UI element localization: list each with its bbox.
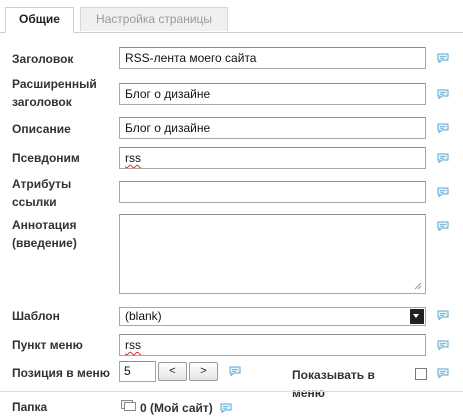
chevron-down-icon[interactable] [410, 309, 424, 324]
menu-item-value: rss [125, 338, 141, 352]
resource-edit-form: Общие Настройка страницы Заголовок RSS-л… [0, 0, 463, 417]
description-input[interactable]: Блог о дизайне [119, 117, 426, 139]
link-attributes-label-line1: Атрибуты [12, 177, 72, 191]
menu-position-label: Позиция в меню [12, 366, 110, 380]
resize-grip-icon[interactable] [414, 282, 422, 290]
menu-item-label: Пункт меню [12, 338, 83, 352]
link-attributes-input[interactable] [119, 181, 426, 203]
speech-bubble-icon[interactable] [437, 53, 449, 63]
speech-bubble-icon[interactable] [229, 366, 241, 376]
speech-bubble-icon[interactable] [437, 221, 449, 231]
extended-title-input[interactable]: Блог о дизайне [119, 83, 426, 105]
template-selected-value: (blank) [125, 309, 162, 323]
position-increase-button[interactable]: > [189, 362, 218, 381]
description-label: Описание [12, 122, 71, 136]
show-in-menu-checkbox[interactable] [415, 368, 427, 380]
position-decrease-button[interactable]: < [158, 362, 187, 381]
title-input[interactable]: RSS-лента моего сайта [119, 47, 426, 69]
show-in-menu-label: Показывать в меню [292, 368, 375, 400]
annotation-label-line1: Аннотация [12, 218, 77, 232]
alias-input[interactable]: rss [119, 147, 426, 169]
annotation-textarea[interactable] [119, 214, 426, 294]
menu-item-input[interactable]: rss [119, 334, 426, 356]
speech-bubble-icon[interactable] [220, 403, 232, 413]
annotation-label-line2: (введение) [12, 236, 77, 250]
extended-title-label-line1: Расширенный [12, 77, 97, 91]
speech-bubble-icon[interactable] [437, 153, 449, 163]
template-select[interactable]: (blank) [119, 307, 426, 326]
speech-bubble-icon[interactable] [437, 368, 449, 378]
speech-bubble-icon[interactable] [437, 340, 449, 350]
speech-bubble-icon[interactable] [437, 187, 449, 197]
folder-icon [121, 400, 136, 411]
alias-label: Псевдоним [12, 151, 80, 165]
tab-bar: Общие Настройка страницы [0, 0, 463, 33]
menu-position-input[interactable]: 5 [119, 361, 156, 382]
title-label: Заголовок [12, 52, 74, 66]
tab-general[interactable]: Общие [5, 7, 74, 33]
speech-bubble-icon[interactable] [437, 310, 449, 320]
extended-title-label: Расширенный заголовок [12, 75, 120, 111]
speech-bubble-icon[interactable] [437, 89, 449, 99]
alias-value: rss [125, 151, 141, 165]
link-attributes-label-line2: ссылки [12, 195, 57, 209]
template-label: Шаблон [12, 309, 60, 323]
folder-value[interactable]: 0 (Мой сайт) [140, 400, 213, 416]
tab-page-settings[interactable]: Настройка страницы [80, 7, 228, 31]
annotation-label: Аннотация (введение) [12, 216, 120, 252]
folder-label: Папка [12, 400, 48, 414]
link-attributes-label: Атрибуты ссылки [12, 175, 120, 211]
divider [0, 391, 463, 392]
extended-title-label-line2: заголовок [12, 95, 72, 109]
speech-bubble-icon[interactable] [437, 123, 449, 133]
